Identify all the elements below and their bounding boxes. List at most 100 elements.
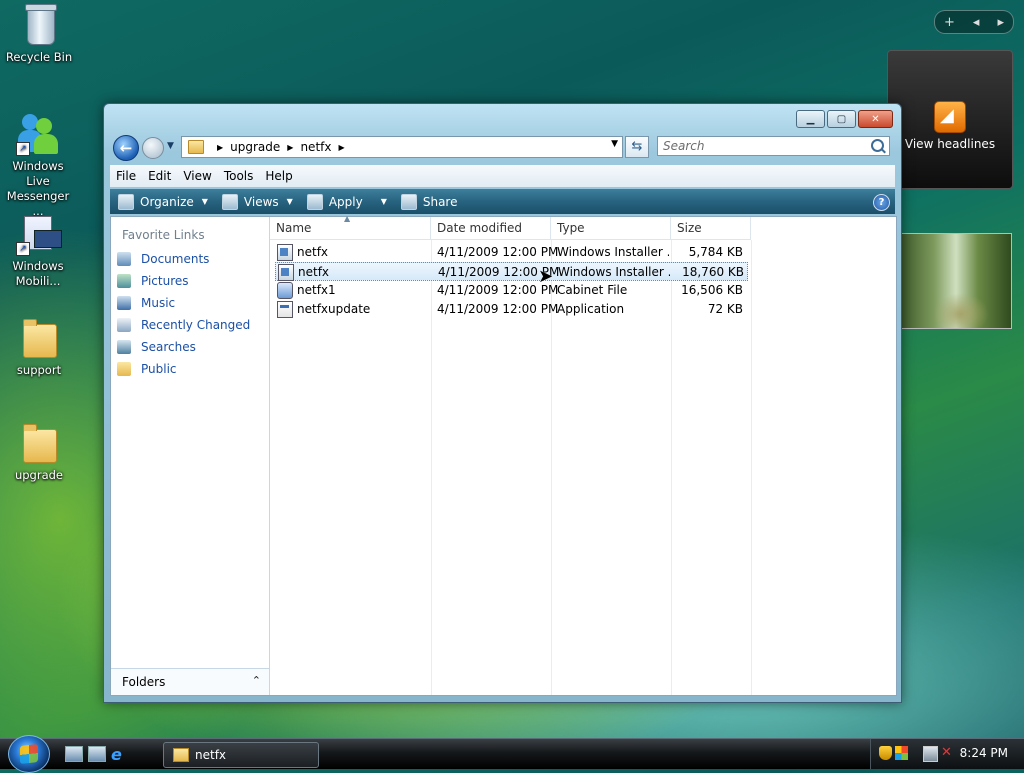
close-button[interactable]: ✕ (858, 110, 893, 128)
rss-gadget-label: View headlines (904, 137, 996, 151)
back-button[interactable]: ← (113, 135, 139, 161)
nav-item-pictures[interactable]: Pictures (117, 271, 189, 291)
nav-item-documents[interactable]: Documents (117, 249, 209, 269)
taskbar-button-netfx[interactable]: netfx (163, 742, 319, 768)
clock[interactable]: 8:24 PM (960, 746, 1008, 760)
folder-icon (17, 316, 61, 360)
volume-muted-icon[interactable]: ✕ (941, 746, 954, 760)
organize-label: Organize (140, 194, 194, 209)
desktop-icon-recycle-bin[interactable]: Recycle Bin (1, 3, 77, 65)
gadget-next-button[interactable]: ▸ (997, 15, 1004, 30)
breadcrumb-arrow-icon[interactable]: ▶ (217, 143, 223, 152)
menu-edit[interactable]: Edit (142, 169, 177, 183)
back-arrow-icon: ← (119, 139, 133, 157)
file-size: 5,784 KB (688, 245, 743, 259)
file-row[interactable]: netfx 4/11/2009 12:00 PM Windows Install… (275, 243, 748, 262)
cabinet-file-icon (277, 282, 293, 299)
mouse-cursor-icon: ➤ (538, 266, 554, 287)
nav-item-music[interactable]: Music (117, 293, 175, 313)
folders-toggle[interactable]: Folders ⌃ (111, 668, 269, 695)
switch-windows-icon[interactable] (88, 746, 106, 762)
rss-gadget[interactable]: View headlines (887, 50, 1013, 189)
nav-item-searches[interactable]: Searches (117, 337, 196, 357)
help-icon[interactable]: ? (873, 194, 890, 211)
menu-file[interactable]: File (110, 169, 142, 183)
organize-button[interactable]: Organize ▼ (118, 193, 208, 210)
forward-button[interactable] (142, 137, 164, 159)
music-icon (117, 296, 131, 310)
refresh-button[interactable]: ⇆ (625, 136, 649, 158)
column-header-date[interactable]: Date modified (431, 217, 551, 240)
recent-pages-dropdown[interactable]: ▼ (167, 141, 174, 151)
rss-icon (934, 101, 966, 133)
views-icon (221, 193, 238, 210)
search-icon[interactable] (871, 139, 884, 152)
desktop-icon-support[interactable]: support (1, 316, 77, 378)
address-bar[interactable]: ▶ upgrade ▶ netfx ▶ ▼ (181, 136, 623, 158)
add-gadget-button[interactable]: + (944, 15, 955, 30)
show-desktop-icon[interactable] (65, 746, 83, 762)
folders-label: Folders (122, 675, 166, 689)
gadget-prev-button[interactable]: ◂ (973, 15, 980, 30)
messenger-icon: ↗ (16, 112, 60, 156)
slideshow-gadget[interactable] (900, 233, 1012, 329)
menu-tools[interactable]: Tools (218, 169, 260, 183)
file-size: 18,760 KB (682, 265, 744, 279)
command-toolbar: Organize ▼ Views ▼ Apply ▼ Share ? (110, 189, 895, 214)
taskbar: e netfx ✕ 8:24 PM (0, 735, 1024, 773)
desktop-icon-label: support (16, 363, 62, 377)
windows-mobility-icon: ↗ (16, 212, 62, 256)
windows-update-icon[interactable] (895, 746, 908, 760)
explorer-window: ▁ ▢ ✕ ← ▼ ▶ upgrade ▶ netfx ▶ ▼ ⇆ Search… (103, 103, 902, 703)
recently-changed-icon (117, 318, 131, 332)
internet-explorer-icon[interactable]: e (111, 745, 122, 764)
share-label: Share (422, 194, 458, 209)
nav-item-recently-changed[interactable]: Recently Changed (117, 315, 250, 335)
maximize-button[interactable]: ▢ (827, 110, 856, 128)
desktop-icon-upgrade[interactable]: upgrade (1, 421, 77, 483)
breadcrumb-upgrade[interactable]: upgrade (230, 140, 280, 154)
menu-help[interactable]: Help (259, 169, 298, 183)
column-label: Size (677, 221, 702, 235)
file-row[interactable]: netfx1 4/11/2009 12:00 PM Cabinet File 1… (275, 281, 748, 300)
file-size: 72 KB (707, 302, 743, 316)
apply-button[interactable]: Apply ▼ (306, 193, 387, 210)
start-button[interactable] (8, 735, 50, 773)
column-header-type[interactable]: Type (551, 217, 671, 240)
minimize-button[interactable]: ▁ (796, 110, 825, 128)
share-button[interactable]: Share (400, 193, 458, 210)
notification-area: ✕ 8:24 PM (870, 739, 1024, 769)
content-area: Favorite Links Documents Pictures Music … (110, 214, 897, 696)
file-row-selected[interactable]: netfx 4/11/2009 12:00 PM Windows Install… (275, 262, 748, 281)
folder-icon (173, 748, 189, 762)
file-row[interactable]: netfxupdate 4/11/2009 12:00 PM Applicati… (275, 300, 748, 319)
menu-view[interactable]: View (177, 169, 217, 183)
network-icon[interactable] (923, 746, 938, 762)
nav-item-label: Recently Changed (141, 318, 251, 332)
documents-icon (117, 252, 131, 266)
gadget-controls: + ◂ ▸ (934, 10, 1014, 34)
chevron-down-icon: ▼ (380, 197, 387, 206)
desktop-icon-messenger[interactable]: ↗ Windows Live Messenger ... (0, 112, 76, 219)
column-header-size[interactable]: Size (671, 217, 751, 240)
desktop-icon-windows-mobility[interactable]: ↗ Windows Mobili... (0, 212, 76, 289)
application-file-icon (277, 301, 293, 318)
breadcrumb-arrow-icon[interactable]: ▶ (287, 143, 293, 152)
desktop-icon-label: upgrade (14, 468, 64, 482)
folder-icon (188, 140, 204, 154)
taskbar-button-label: netfx (195, 748, 227, 762)
views-button[interactable]: Views ▼ (221, 193, 293, 210)
breadcrumb-arrow-icon[interactable]: ▶ (338, 143, 344, 152)
file-date: 4/11/2009 12:00 PM (437, 245, 559, 259)
column-divider (751, 240, 752, 695)
breadcrumb-netfx[interactable]: netfx (300, 140, 331, 154)
security-shield-icon[interactable] (879, 746, 892, 760)
file-name: netfx (297, 245, 329, 259)
searches-icon (117, 340, 131, 354)
search-input[interactable]: Search (657, 136, 890, 156)
public-folder-icon (117, 362, 131, 376)
address-dropdown-icon[interactable]: ▼ (611, 139, 618, 149)
nav-item-label: Searches (141, 340, 196, 354)
column-header-name[interactable]: ▲ Name (270, 214, 431, 240)
nav-item-public[interactable]: Public (117, 359, 177, 379)
